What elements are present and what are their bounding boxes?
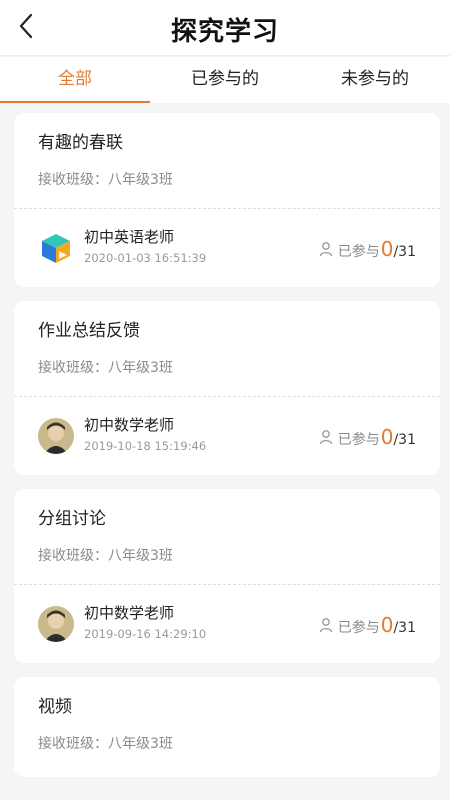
participation-count: 已参与 0 /31 [318,613,416,637]
card-header: 作业总结反馈 接收班级：八年级3班 [14,301,440,397]
teacher-name: 初中英语老师 [84,228,175,246]
card-footer: 初中数学老师 2019-09-16 14:29:10 已参与 0 /31 [14,585,440,663]
activity-title: 有趣的春联 [38,133,123,153]
timestamp: 2019-10-18 15:19:46 [84,439,207,453]
person-icon [319,430,332,445]
teacher-name: 初中数学老师 [84,416,175,434]
joined-count: 0 [380,237,394,261]
tab-all[interactable]: 全部 [0,57,150,103]
activity-card[interactable]: 分组讨论 接收班级：八年级3班 初中数学老师 2019-09-16 14:29:… [14,489,440,663]
activity-title: 视频 [38,697,72,717]
class-info: 接收班级：八年级3班 [38,736,173,752]
person-icon [319,242,332,257]
card-footer: 初中数学老师 2019-10-18 15:19:46 已参与 0 /31 [14,397,440,475]
teacher-avatar [38,230,74,266]
joined-label: 已参与 [337,244,380,260]
timestamp: 2020-01-03 16:51:39 [84,251,207,265]
activity-title: 分组讨论 [38,509,106,529]
page-title: 探究学习 [170,17,279,47]
teacher-photo-icon [38,606,74,642]
card-header: 分组讨论 接收班级：八年级3班 [14,489,440,585]
cube-logo-icon [42,234,70,263]
tab-bar: 全部 已参与的 未参与的 [0,57,450,103]
teacher-avatar [38,606,74,642]
joined-count: 0 [380,425,394,449]
total-count: /31 [393,244,416,260]
person-icon [319,618,332,633]
class-info: 接收班级：八年级3班 [38,172,173,188]
joined-label: 已参与 [337,432,380,448]
participation-count: 已参与 0 /31 [318,425,416,449]
joined-count: 0 [380,613,394,637]
card-footer: 初中英语老师 2020-01-03 16:51:39 已参与 0 /31 [14,209,440,287]
activity-list: 有趣的春联 接收班级：八年级3班 初中英语老师 2020-01-03 16:51… [14,113,440,791]
teacher-photo-icon [38,418,74,454]
timestamp: 2019-09-16 14:29:10 [84,627,207,641]
teacher-name: 初中数学老师 [84,604,175,622]
activity-card[interactable]: 视频 接收班级：八年级3班 [14,677,440,777]
activity-card[interactable]: 作业总结反馈 接收班级：八年级3班 初中数学老师 2019-10-18 15:1… [14,301,440,475]
joined-label: 已参与 [337,620,380,636]
teacher-avatar [38,418,74,454]
tab-joined[interactable]: 已参与的 [150,57,300,103]
activity-title: 作业总结反馈 [38,321,140,341]
class-info: 接收班级：八年级3班 [38,548,173,564]
tab-not-joined[interactable]: 未参与的 [300,57,450,103]
activity-card[interactable]: 有趣的春联 接收班级：八年级3班 初中英语老师 2020-01-03 16:51… [14,113,440,287]
total-count: /31 [393,620,416,636]
header: 探究学习 [0,0,450,56]
card-header: 有趣的春联 接收班级：八年级3班 [14,113,440,209]
class-info: 接收班级：八年级3班 [38,360,173,376]
participation-count: 已参与 0 /31 [318,237,416,261]
total-count: /31 [393,432,416,448]
card-header: 视频 接收班级：八年级3班 [14,677,440,773]
